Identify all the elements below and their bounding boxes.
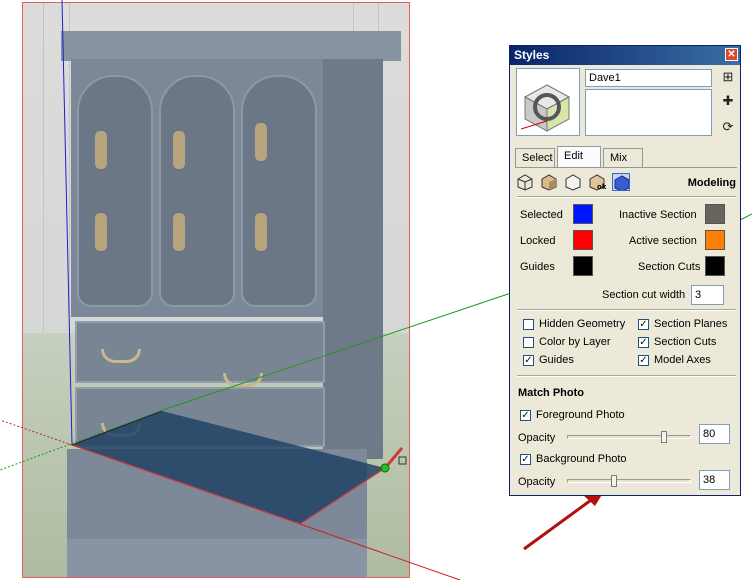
display-secondary-pane-icon[interactable]: ⊞ bbox=[720, 69, 736, 85]
model-axes-label: Model Axes bbox=[654, 354, 711, 366]
background-opacity-slider[interactable] bbox=[567, 479, 691, 483]
close-icon[interactable]: ✕ bbox=[725, 48, 738, 61]
svg-text:ok: ok bbox=[597, 183, 606, 191]
style-name-field[interactable]: Dave1 bbox=[585, 69, 712, 87]
background-opacity-thumb[interactable] bbox=[611, 475, 617, 487]
tab-edit[interactable]: Edit bbox=[557, 146, 601, 167]
styles-title: Styles bbox=[514, 48, 550, 62]
section-cuts-swatch[interactable] bbox=[705, 256, 725, 276]
inactive-section-label: Inactive Section bbox=[619, 209, 697, 221]
section-cuts-checkbox-label: Section Cuts bbox=[654, 336, 717, 348]
active-section-swatch[interactable] bbox=[705, 230, 725, 250]
guides-color-label: Guides bbox=[520, 261, 555, 273]
guides-checkbox[interactable]: ✓ bbox=[523, 355, 534, 366]
locked-color-swatch[interactable] bbox=[573, 230, 593, 250]
guides-color-swatch[interactable] bbox=[573, 256, 593, 276]
modeling-settings-icon[interactable] bbox=[612, 173, 630, 191]
face-settings-icon[interactable] bbox=[540, 173, 558, 191]
photo-grip-point bbox=[380, 463, 390, 473]
match-photo-title: Match Photo bbox=[518, 387, 584, 399]
section-planes-checkbox[interactable]: ✓ bbox=[638, 319, 649, 330]
background-photo-label: Background Photo bbox=[536, 453, 627, 465]
foreground-photo-label: Foreground Photo bbox=[536, 409, 625, 421]
section-cuts-label: Section Cuts bbox=[638, 261, 701, 273]
model-axes-checkbox[interactable]: ✓ bbox=[638, 355, 649, 366]
guides-checkbox-label: Guides bbox=[539, 354, 574, 366]
foreground-opacity-thumb[interactable] bbox=[661, 431, 667, 443]
annotation-arrow bbox=[523, 493, 599, 551]
edge-settings-icon[interactable] bbox=[516, 173, 534, 191]
inactive-section-swatch[interactable] bbox=[705, 204, 725, 224]
color-by-layer-label: Color by Layer bbox=[539, 336, 611, 348]
background-opacity-field[interactable]: 38 bbox=[699, 470, 730, 490]
watermark-settings-icon[interactable]: ok bbox=[588, 173, 606, 191]
foreground-opacity-slider[interactable] bbox=[567, 435, 691, 439]
styles-tabs: Select Edit Mix bbox=[515, 146, 737, 168]
tab-select[interactable]: Select bbox=[515, 148, 555, 167]
locked-color-label: Locked bbox=[520, 235, 556, 247]
background-opacity-label: Opacity bbox=[518, 476, 556, 488]
green-axis bbox=[159, 289, 521, 412]
style-thumbnail[interactable] bbox=[516, 68, 580, 136]
hidden-geometry-label: Hidden Geometry bbox=[539, 318, 626, 330]
styles-titlebar[interactable]: Styles ✕ bbox=[510, 46, 740, 65]
selected-color-swatch[interactable] bbox=[573, 204, 593, 224]
red-axis bbox=[299, 523, 461, 580]
tab-mix[interactable]: Mix bbox=[603, 148, 643, 167]
update-style-icon[interactable]: ⟳ bbox=[720, 119, 736, 135]
selected-color-label: Selected bbox=[520, 209, 563, 221]
section-cuts-checkbox[interactable]: ✓ bbox=[638, 337, 649, 348]
blue-axis bbox=[61, 0, 73, 446]
foreground-photo-checkbox[interactable]: ✓ bbox=[520, 410, 531, 421]
section-cut-width-label: Section cut width bbox=[602, 289, 686, 301]
style-description-field[interactable] bbox=[585, 89, 712, 136]
style-preview-icon bbox=[520, 84, 571, 132]
edit-mode-label: Modeling bbox=[687, 177, 736, 189]
modeled-drawer-face bbox=[72, 411, 385, 524]
color-by-layer-checkbox[interactable] bbox=[523, 337, 534, 348]
foreground-opacity-field[interactable]: 80 bbox=[699, 424, 730, 444]
background-settings-icon[interactable] bbox=[564, 173, 582, 191]
styles-panel: Styles ✕ Dave1 ⊞ ✚ ⟳ Select Edit Mix ok … bbox=[509, 45, 741, 496]
foreground-opacity-label: Opacity bbox=[518, 432, 556, 444]
hidden-geometry-checkbox[interactable] bbox=[523, 319, 534, 330]
section-cut-width-field[interactable]: 3 bbox=[691, 285, 724, 305]
background-photo-checkbox[interactable]: ✓ bbox=[520, 454, 531, 465]
section-planes-label: Section Planes bbox=[654, 318, 728, 330]
active-section-label: Active section bbox=[629, 235, 697, 247]
create-new-style-icon[interactable]: ✚ bbox=[720, 93, 736, 109]
